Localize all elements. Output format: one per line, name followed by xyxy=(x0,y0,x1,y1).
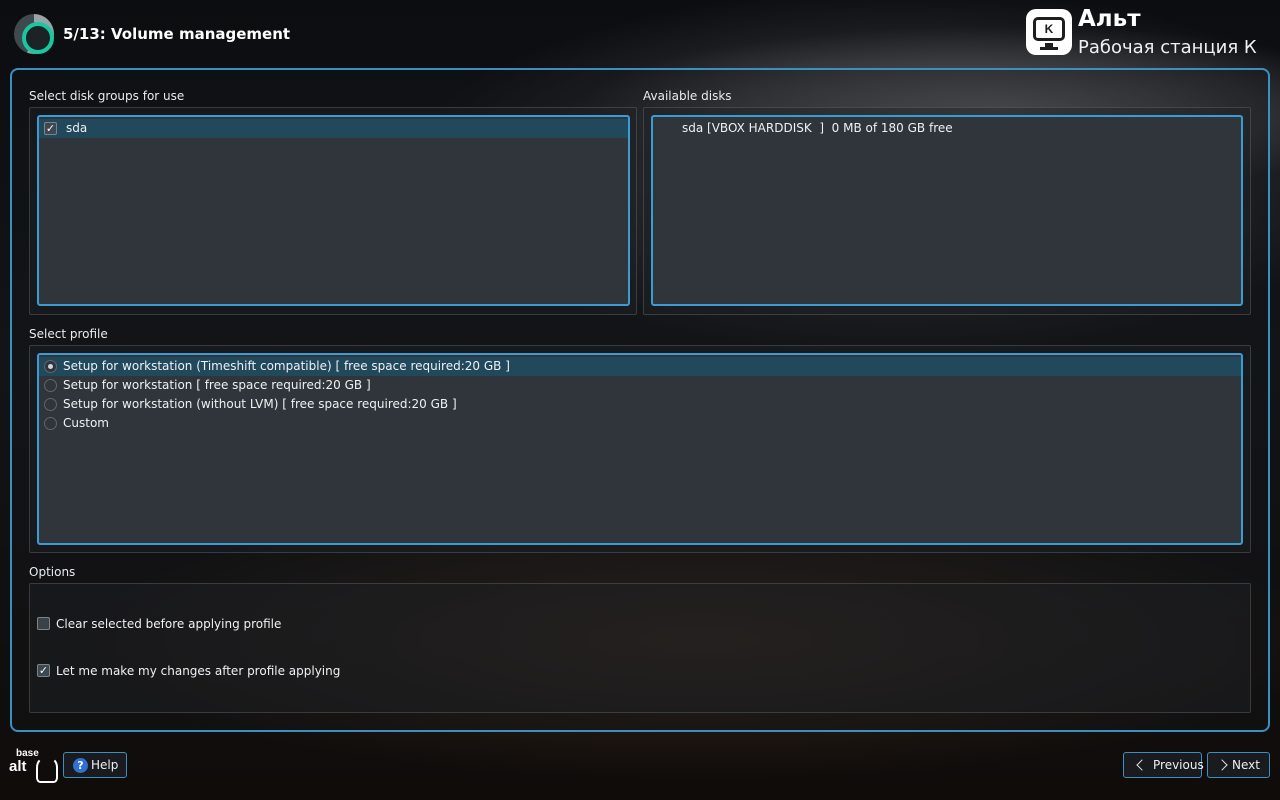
profile-option-without-lvm[interactable]: Setup for workstation (without LVM) [ fr… xyxy=(39,395,1241,414)
previous-button[interactable]: Previous xyxy=(1123,752,1204,778)
chevron-right-icon xyxy=(1216,759,1228,771)
profile-option-label: Setup for workstation (without LVM) [ fr… xyxy=(63,397,457,411)
clear-selected-checkbox[interactable] xyxy=(37,617,50,630)
profile-option-timeshift[interactable]: Setup for workstation (Timeshift compati… xyxy=(39,357,1241,376)
chevron-left-icon xyxy=(1136,759,1148,771)
installer-logo-icon xyxy=(14,14,54,54)
next-label: Next xyxy=(1232,758,1260,772)
logo-line-2: alt xyxy=(9,758,27,775)
disk-groups-label: Select disk groups for use xyxy=(29,89,185,103)
profile-radio[interactable] xyxy=(44,417,57,430)
monitor-k-icon: K xyxy=(1026,9,1072,55)
profile-option-label: Setup for workstation [ free space requi… xyxy=(63,378,371,392)
clear-selected-option[interactable]: Clear selected before applying profile xyxy=(37,615,437,633)
available-disks-label: Available disks xyxy=(643,89,732,103)
available-disk-item[interactable]: sda [VBOX HARDDISK ] 0 MB of 180 GB free xyxy=(653,119,1241,138)
profile-option-custom[interactable]: Custom xyxy=(39,414,1241,433)
next-button[interactable]: Next xyxy=(1207,752,1270,778)
mascot-icon xyxy=(36,757,58,783)
monitor-letter: K xyxy=(1033,17,1065,41)
make-changes-option[interactable]: ✓ Let me make my changes after profile a… xyxy=(37,662,437,680)
profile-radio[interactable] xyxy=(44,379,57,392)
brand-name: Альт xyxy=(1078,6,1141,32)
help-icon: ? xyxy=(73,758,88,773)
available-disks-list[interactable]: sda [VBOX HARDDISK ] 0 MB of 180 GB free xyxy=(651,115,1243,306)
brand-subtitle: Рабочая станция К xyxy=(1078,37,1257,58)
disk-group-checkbox[interactable]: ✓ xyxy=(44,122,57,135)
disk-group-name: sda xyxy=(66,121,88,135)
options-label: Options xyxy=(29,565,76,579)
profile-radio[interactable] xyxy=(44,360,57,373)
profile-label: Select profile xyxy=(29,327,108,341)
help-button[interactable]: ? Help xyxy=(63,752,127,778)
profile-option-label: Custom xyxy=(63,416,109,430)
previous-label: Previous xyxy=(1153,758,1204,772)
options-group xyxy=(29,583,1251,713)
available-disk-text: sda [VBOX HARDDISK ] 0 MB of 180 GB free xyxy=(682,121,953,135)
profile-option-label: Setup for workstation (Timeshift compati… xyxy=(63,359,510,373)
make-changes-label: Let me make my changes after profile app… xyxy=(56,664,341,678)
profile-radio[interactable] xyxy=(44,398,57,411)
disk-group-item-sda[interactable]: ✓ sda xyxy=(39,119,628,138)
step-title: 5/13: Volume management xyxy=(63,25,291,43)
basealt-logo: base alt xyxy=(9,747,59,785)
profile-list[interactable]: Setup for workstation (Timeshift compati… xyxy=(37,353,1243,545)
clear-selected-label: Clear selected before applying profile xyxy=(56,617,282,631)
profile-option-workstation[interactable]: Setup for workstation [ free space requi… xyxy=(39,376,1241,395)
help-label: Help xyxy=(91,758,119,772)
make-changes-checkbox[interactable]: ✓ xyxy=(37,664,50,677)
disk-groups-list[interactable]: ✓ sda xyxy=(37,115,630,306)
header-bar: 5/13: Volume management K Альт Рабочая с… xyxy=(0,0,1280,66)
brand-block: K Альт Рабочая станция К xyxy=(1026,6,1270,62)
